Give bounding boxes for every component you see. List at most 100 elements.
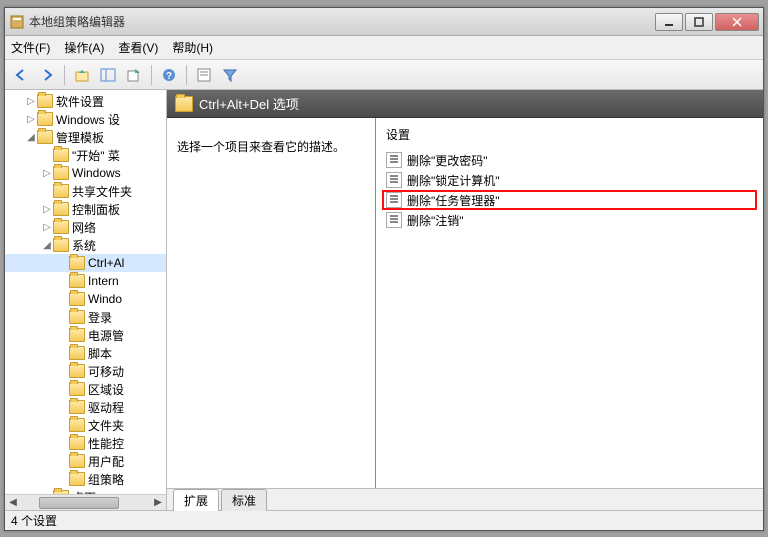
policy-icon xyxy=(386,152,402,168)
tab-extended[interactable]: 扩展 xyxy=(173,489,219,511)
properties-button[interactable] xyxy=(192,63,216,87)
filter-button[interactable] xyxy=(218,63,242,87)
folder-icon xyxy=(37,112,53,126)
menubar: 文件(F) 操作(A) 查看(V) 帮助(H) xyxy=(5,36,763,60)
tree-expander-icon[interactable]: ◢ xyxy=(25,132,37,143)
menu-file[interactable]: 文件(F) xyxy=(11,39,50,56)
policy-label: 删除"更改密码" xyxy=(407,152,488,169)
tree-item-label: 登录 xyxy=(88,309,112,326)
folder-icon xyxy=(69,418,85,432)
tree-item-label: 驱动程 xyxy=(88,399,124,416)
toolbar-separator xyxy=(64,65,65,85)
titlebar: 本地组策略编辑器 xyxy=(5,8,763,36)
list-column-header[interactable]: 设置 xyxy=(376,118,763,146)
tree-item[interactable]: 脚本 xyxy=(5,344,166,362)
tree-item-label: Intern xyxy=(88,274,119,288)
tree-horizontal-scrollbar[interactable]: ◀▶ xyxy=(5,494,166,510)
export-button[interactable] xyxy=(122,63,146,87)
tree-item-label: 管理模板 xyxy=(56,129,104,146)
tree-item[interactable]: 可移动 xyxy=(5,362,166,380)
folder-icon xyxy=(69,328,85,342)
tree-item[interactable]: ▷ 软件设置 xyxy=(5,92,166,110)
settings-list: 删除"更改密码" 删除"锁定计算机" 删除"任务管理器" 删除"注销" xyxy=(376,146,763,234)
up-button[interactable] xyxy=(70,63,94,87)
tree-item-label: 性能控 xyxy=(88,435,124,452)
app-window: 本地组策略编辑器 文件(F) 操作(A) 查看(V) 帮助(H) ? ▷ 软件设置… xyxy=(4,7,764,531)
tree-item[interactable]: ▷ Windows xyxy=(5,164,166,182)
content-body: 选择一个项目来查看它的描述。 设置 删除"更改密码" 删除"锁定计算机" 删除"任务… xyxy=(167,118,763,488)
tree-expander-icon[interactable]: ▷ xyxy=(41,222,53,233)
status-text: 4 个设置 xyxy=(11,512,57,529)
tree-item[interactable]: 电源管 xyxy=(5,326,166,344)
description-text: 选择一个项目来查看它的描述。 xyxy=(177,140,345,154)
tree-pane: ▷软件设置▷Windows 设◢管理模板"开始" 菜▷Windows共享文件夹▷… xyxy=(5,90,167,510)
folder-icon xyxy=(53,238,69,252)
description-pane: 选择一个项目来查看它的描述。 xyxy=(167,118,375,488)
tree-item-label: 软件设置 xyxy=(56,93,104,110)
policy-item[interactable]: 删除"更改密码" xyxy=(382,150,757,170)
tree-item[interactable]: 文件夹 xyxy=(5,416,166,434)
menu-help[interactable]: 帮助(H) xyxy=(172,39,213,56)
toolbar-separator xyxy=(186,65,187,85)
tree-item[interactable]: ▷ 控制面板 xyxy=(5,200,166,218)
tree-expander-icon[interactable]: ◢ xyxy=(41,240,53,251)
tree-view[interactable]: ▷软件设置▷Windows 设◢管理模板"开始" 菜▷Windows共享文件夹▷… xyxy=(5,90,166,494)
tree-item[interactable]: ◢系统 xyxy=(5,236,166,254)
folder-icon xyxy=(69,310,85,324)
policy-item[interactable]: 删除"注销" xyxy=(382,210,757,230)
toolbar-separator xyxy=(151,65,152,85)
policy-icon xyxy=(386,192,402,208)
back-button[interactable] xyxy=(9,63,33,87)
tree-item-label: 文件夹 xyxy=(88,417,124,434)
app-icon xyxy=(9,14,25,30)
statusbar: 4 个设置 xyxy=(5,510,763,530)
help-button[interactable]: ? xyxy=(157,63,181,87)
tree-item[interactable]: 登录 xyxy=(5,308,166,326)
tree-item-label: 网络 xyxy=(72,219,96,236)
tree-item-label: Windows xyxy=(72,166,121,180)
tree-item[interactable]: ▷ Windows 设 xyxy=(5,110,166,128)
policy-label: 删除"任务管理器" xyxy=(407,192,500,209)
policy-label: 删除"注销" xyxy=(407,212,464,229)
folder-icon xyxy=(53,166,69,180)
folder-icon xyxy=(69,256,85,270)
show-hide-tree-button[interactable] xyxy=(96,63,120,87)
content-header: Ctrl+Alt+Del 选项 xyxy=(167,90,763,118)
tree-item[interactable]: ▷ 网络 xyxy=(5,218,166,236)
tree-item[interactable]: 共享文件夹 xyxy=(5,182,166,200)
tree-expander-icon[interactable]: ▷ xyxy=(25,96,37,107)
tree-expander-icon[interactable]: ▷ xyxy=(41,204,53,215)
tree-item[interactable]: Intern xyxy=(5,272,166,290)
tree-item[interactable]: 驱动程 xyxy=(5,398,166,416)
tree-item[interactable]: "开始" 菜 xyxy=(5,146,166,164)
tree-expander-icon[interactable]: ▷ xyxy=(41,168,53,179)
tree-item[interactable]: 性能控 xyxy=(5,434,166,452)
tree-item-label: 可移动 xyxy=(88,363,124,380)
toolbar: ? xyxy=(5,60,763,90)
policy-label: 删除"锁定计算机" xyxy=(407,172,500,189)
forward-button[interactable] xyxy=(35,63,59,87)
tree-item[interactable]: Ctrl+Al xyxy=(5,254,166,272)
tree-item[interactable]: 区域设 xyxy=(5,380,166,398)
menu-action[interactable]: 操作(A) xyxy=(64,39,104,56)
tree-item[interactable]: Windo xyxy=(5,290,166,308)
menu-view[interactable]: 查看(V) xyxy=(118,39,158,56)
tree-item[interactable]: 组策略 xyxy=(5,470,166,488)
tree-item[interactable]: 用户配 xyxy=(5,452,166,470)
policy-item[interactable]: 删除"锁定计算机" xyxy=(382,170,757,190)
close-button[interactable] xyxy=(715,13,759,31)
tree-item-label: 控制面板 xyxy=(72,201,120,218)
svg-text:?: ? xyxy=(166,71,172,82)
tree-item-label: Windo xyxy=(88,292,122,306)
policy-icon xyxy=(386,212,402,228)
minimize-button[interactable] xyxy=(655,13,683,31)
tab-standard[interactable]: 标准 xyxy=(221,489,267,511)
folder-icon xyxy=(69,382,85,396)
maximize-button[interactable] xyxy=(685,13,713,31)
policy-item[interactable]: 删除"任务管理器" xyxy=(382,190,757,210)
settings-list-pane: 设置 删除"更改密码" 删除"锁定计算机" 删除"任务管理器" 删除"注销" xyxy=(375,118,763,488)
tree-expander-icon[interactable]: ▷ xyxy=(25,114,37,125)
tree-item[interactable]: ◢ 管理模板 xyxy=(5,128,166,146)
folder-icon xyxy=(69,436,85,450)
tree-item-label: Windows 设 xyxy=(56,111,120,128)
